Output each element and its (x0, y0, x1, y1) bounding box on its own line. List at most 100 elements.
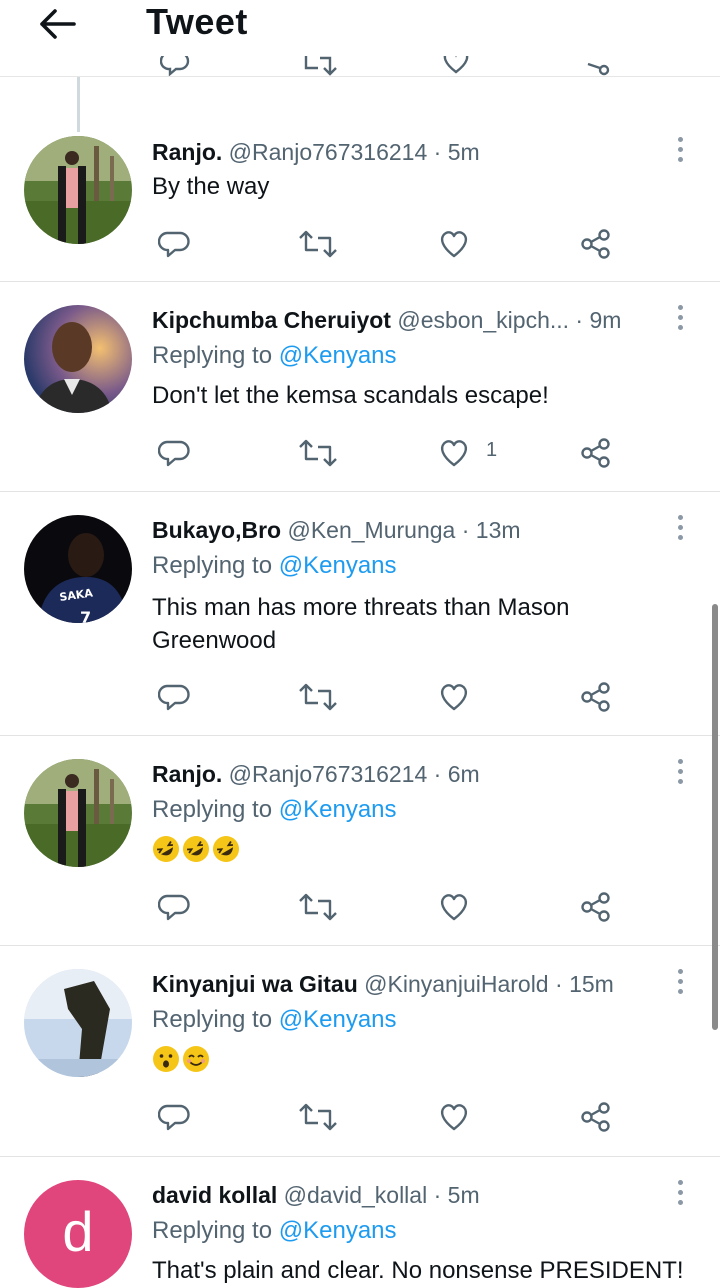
replying-to-label: Replying to (152, 1006, 273, 1033)
replying-to: Replying to @Kenyans (152, 1003, 397, 1037)
retweet-icon (299, 893, 337, 921)
share-button[interactable] (574, 222, 618, 262)
mention-link[interactable]: @Kenyans (279, 1217, 397, 1244)
more-options-icon (677, 969, 683, 974)
separator-dot: · (433, 1182, 442, 1208)
scrollbar[interactable] (712, 604, 718, 1030)
timestamp[interactable]: 6m (448, 761, 480, 787)
more-options-button[interactable] (670, 137, 690, 167)
timestamp[interactable]: 13m (476, 517, 521, 543)
user-handle[interactable]: @Ranjo767316214 (229, 761, 428, 787)
mention-link[interactable]: @Kenyans (279, 342, 397, 369)
timestamp[interactable]: 5m (448, 139, 480, 165)
timestamp[interactable]: 5m (448, 1182, 480, 1208)
display-name[interactable]: Ranjo. (152, 139, 222, 165)
share-button[interactable] (574, 1095, 618, 1135)
reply-button[interactable] (152, 1095, 196, 1135)
more-options-icon (677, 305, 683, 310)
timestamp[interactable]: 9m (589, 307, 621, 333)
share-icon (581, 682, 610, 712)
timestamp[interactable]: 15m (569, 971, 614, 997)
share-icon[interactable] (580, 56, 612, 76)
avatar-letter: d (62, 1200, 94, 1263)
more-options-button[interactable] (670, 515, 690, 545)
more-options-button[interactable] (670, 759, 690, 789)
like-icon (440, 231, 468, 258)
replying-to-label: Replying to (152, 796, 273, 823)
retweet-icon (299, 439, 337, 467)
more-options-button[interactable] (670, 305, 690, 335)
smiling-face-emoji (183, 1046, 209, 1072)
user-handle[interactable]: @KinyanjuiHarold (364, 971, 548, 997)
tweet[interactable]: Kinyanjui wa Gitau @KinyanjuiHarold · 15… (0, 945, 720, 1157)
tweet-text: Don't let the kemsa scandals escape! (152, 382, 549, 409)
retweet-button[interactable] (292, 222, 337, 262)
tweet-text: By the way (152, 173, 270, 200)
share-icon (581, 438, 610, 468)
like-button[interactable] (432, 1095, 476, 1135)
tweet[interactable]: d david kollal @david_kollal · 5m Replyi… (0, 1156, 720, 1288)
retweet-icon (299, 1103, 337, 1131)
like-button[interactable] (432, 675, 476, 715)
user-handle[interactable]: @esbon_kipch... (397, 307, 569, 333)
rolling-on-floor-laughing-emoji (153, 836, 179, 862)
tweet[interactable]: Kipchumba Cheruiyot @esbon_kipch... · 9m… (0, 281, 720, 492)
reply-icon[interactable] (160, 56, 190, 76)
user-handle[interactable]: @david_kollal (284, 1182, 428, 1208)
display-name[interactable]: Kinyanjui wa Gitau (152, 971, 358, 997)
like-button[interactable]: 1 (432, 431, 512, 471)
tweet-text: This man has more threats than Mason Gre… (152, 594, 570, 654)
tweet[interactable]: SAKA 7 Bukayo,Bro @Ken_Murunga · 13m Rep… (0, 491, 720, 736)
avatar[interactable] (24, 759, 132, 867)
reply-button[interactable] (152, 222, 196, 262)
retweet-button[interactable] (292, 1095, 337, 1135)
reply-button[interactable] (152, 675, 196, 715)
retweet-button[interactable] (292, 885, 337, 925)
display-name[interactable]: Kipchumba Cheruiyot (152, 307, 391, 333)
avatar[interactable] (24, 136, 132, 244)
mention-link[interactable]: @Kenyans (279, 1006, 397, 1033)
reply-button[interactable] (152, 885, 196, 925)
retweet-button[interactable] (292, 675, 337, 715)
retweet-button[interactable] (292, 431, 337, 471)
mention-link[interactable]: @Kenyans (279, 796, 397, 823)
display-name[interactable]: david kollal (152, 1182, 277, 1208)
reply-button[interactable] (152, 431, 196, 471)
replying-to: Replying to @Kenyans (152, 339, 397, 373)
arrow-left-icon (40, 9, 76, 39)
previous-tweet-actions (0, 56, 720, 76)
retweet-icon[interactable] (300, 56, 340, 76)
more-options-icon (677, 137, 683, 142)
share-icon (581, 229, 610, 259)
more-options-button[interactable] (670, 969, 690, 999)
tweet-header: Ranjo. @Ranjo767316214 · 6m (152, 757, 480, 791)
mention-link[interactable]: @Kenyans (279, 552, 397, 579)
reply-icon (158, 894, 190, 921)
share-icon (581, 892, 610, 922)
more-options-icon (677, 759, 683, 764)
user-handle[interactable]: @Ken_Murunga (287, 517, 455, 543)
avatar[interactable]: d (24, 1180, 132, 1288)
user-handle[interactable]: @Ranjo767316214 (229, 139, 428, 165)
like-button[interactable] (432, 885, 476, 925)
share-button[interactable] (574, 675, 618, 715)
separator-dot: · (433, 761, 442, 787)
share-button[interactable] (574, 885, 618, 925)
top-bar: Tweet (0, 0, 720, 77)
display-name[interactable]: Ranjo. (152, 761, 222, 787)
more-options-button[interactable] (670, 1180, 690, 1210)
back-button[interactable] (36, 6, 80, 42)
like-icon[interactable] (440, 56, 472, 76)
avatar[interactable] (24, 969, 132, 1077)
rolling-on-floor-laughing-emoji (183, 836, 209, 862)
retweet-icon (299, 230, 337, 258)
share-button[interactable] (574, 431, 618, 471)
replying-to-label: Replying to (152, 1217, 273, 1244)
like-button[interactable] (432, 222, 476, 262)
reply-icon (158, 684, 190, 711)
avatar[interactable] (24, 305, 132, 413)
display-name[interactable]: Bukayo,Bro (152, 517, 281, 543)
share-icon (581, 1102, 610, 1132)
avatar[interactable]: SAKA 7 (24, 515, 132, 623)
tweet[interactable]: Ranjo. @Ranjo767316214 · 6m Replying to … (0, 735, 720, 946)
